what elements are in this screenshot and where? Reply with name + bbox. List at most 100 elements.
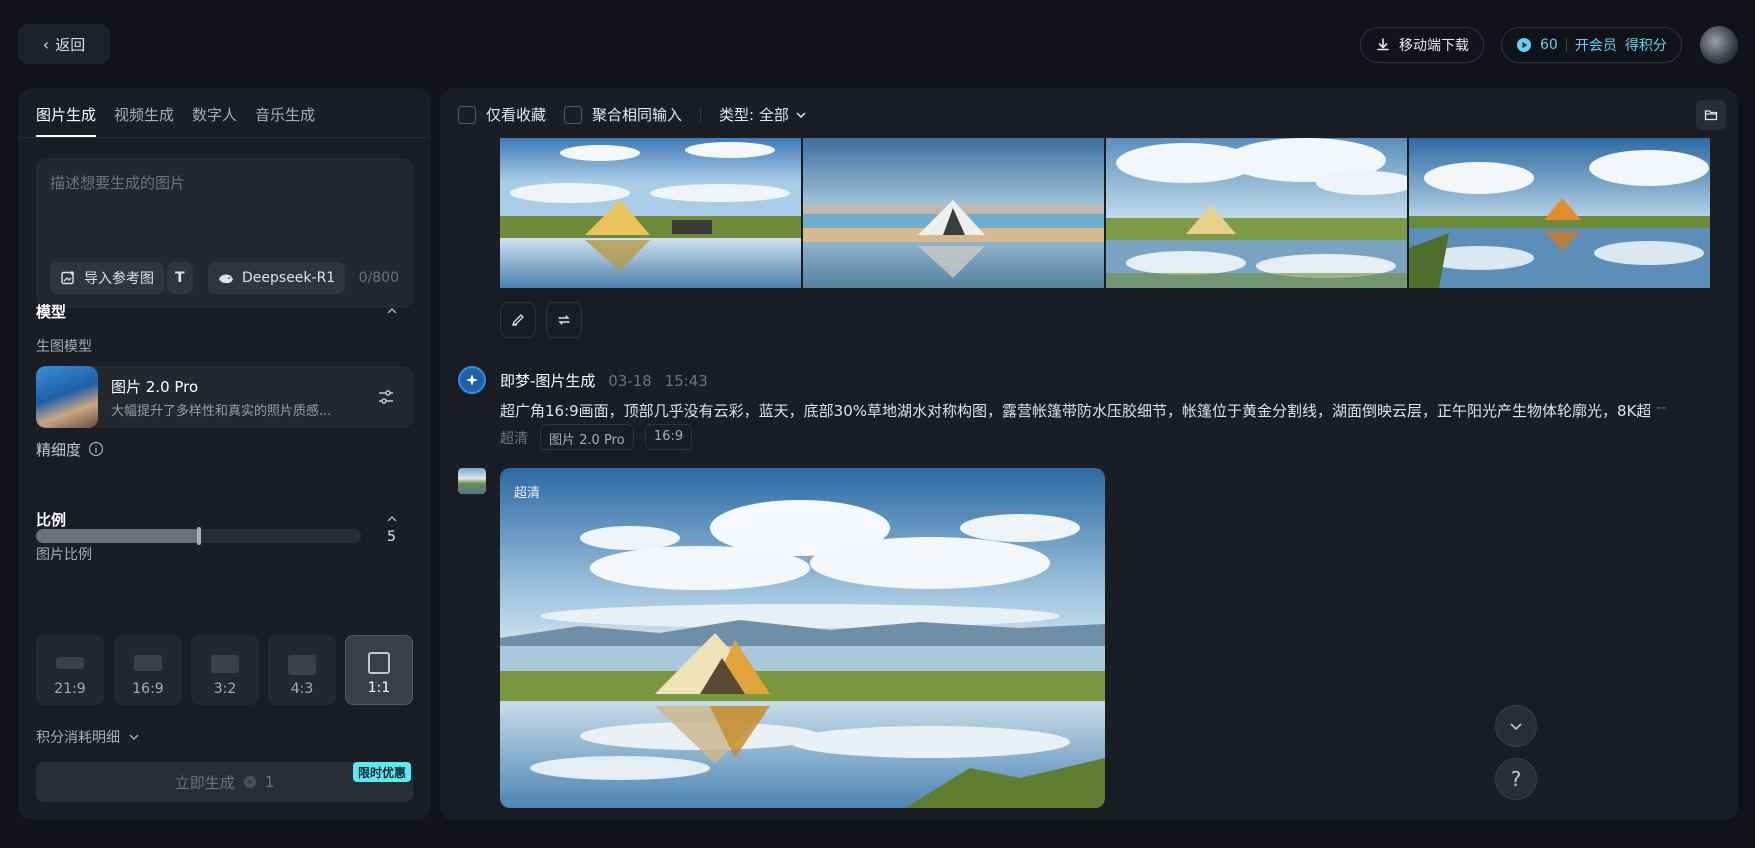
credit-icon [243, 775, 256, 789]
ratio-tag: 16:9 [645, 424, 693, 450]
tab-image-generation[interactable]: 图片生成 [36, 104, 97, 137]
record-title-row: 即梦-图片生成 03-18 15:43 [500, 370, 708, 391]
help-button[interactable]: ? [1495, 758, 1537, 800]
image-quality-label: 超清 [514, 486, 541, 501]
ratio-shape [368, 652, 390, 674]
record-time: 15:43 [664, 372, 708, 390]
type-filter-dropdown[interactable]: 类型: 全部 [719, 104, 807, 125]
ratio-option-16-9[interactable]: 16:9 [114, 635, 182, 705]
mobile-download-button[interactable]: 移动端下载 [1360, 27, 1484, 63]
type-filter-label: 类型: 全部 [719, 106, 789, 124]
avatar[interactable] [1700, 26, 1738, 64]
credits-pill[interactable]: 60 开会员 得积分 [1501, 27, 1682, 63]
precision-slider-fill [36, 529, 199, 543]
regenerate-button[interactable] [546, 302, 582, 338]
model-section-title: 模型 [36, 303, 67, 321]
ratio-shape [56, 657, 84, 669]
settings-sliders-icon[interactable] [377, 388, 395, 406]
ratio-shape [288, 655, 316, 675]
deepseek-label: Deepseek-R1 [242, 270, 336, 286]
vip-link[interactable]: 开会员 [1575, 35, 1617, 55]
tab-music-generation[interactable]: 音乐生成 [255, 104, 315, 137]
ratio-option-4-3[interactable]: 4:3 [268, 635, 336, 705]
result-image-row [500, 138, 1710, 288]
record-title: 即梦-图片生成 [500, 372, 596, 390]
left-panel: 图片生成 视频生成 数字人 音乐生成 导入参考图 T Deepseek-R1 0… [18, 88, 431, 820]
tent-landscape-image [500, 138, 801, 288]
precision-value: 5 [387, 529, 396, 545]
tab-digital-human[interactable]: 数字人 [192, 104, 237, 137]
tent-lake-image [500, 468, 1105, 808]
deepseek-button[interactable]: Deepseek-R1 [208, 262, 346, 294]
ratio-option-1-1[interactable]: 1:1 [345, 635, 413, 705]
model-name: 图片 2.0 Pro [111, 378, 199, 396]
precision-label: 精细度 [36, 441, 82, 459]
filter-row: 仅看收藏 聚合相同输入 类型: 全部 [458, 104, 807, 125]
edit-button[interactable] [500, 302, 536, 338]
divider [1565, 38, 1567, 52]
result-image[interactable] [1106, 138, 1407, 288]
help-icon: ? [1510, 767, 1522, 791]
quality-label: 超清 [500, 431, 528, 447]
ratio-sub-label: 图片比例 [36, 547, 92, 563]
char-count: 0/800 [358, 270, 399, 286]
tent-landscape-image [1106, 138, 1407, 288]
reference-thumbnail[interactable] [458, 468, 486, 494]
chevron-up-icon[interactable] [386, 305, 398, 317]
folder-button[interactable] [1696, 100, 1726, 130]
chevron-left-icon: ‹ [42, 34, 50, 54]
text-tool-button[interactable]: T [167, 262, 193, 294]
prompt-box: 导入参考图 T Deepseek-R1 0/800 [36, 158, 413, 308]
checkbox[interactable] [458, 105, 476, 124]
favorites-filter[interactable]: 仅看收藏 [458, 104, 546, 125]
info-icon[interactable] [88, 441, 104, 457]
ratio-option-21-9[interactable]: 21:9 [36, 635, 104, 705]
record-prompt-text: 超广角16:9画面，顶部几乎没有云彩，蓝天，底部30%草地湖水对称构图，露营帐篷… [500, 402, 1650, 420]
ratio-label: 21:9 [54, 681, 86, 697]
results-panel: 仅看收藏 聚合相同输入 类型: 全部 即梦-图片生成 03-18 15:43 超… [440, 88, 1738, 820]
more-indicator[interactable]: -- [1656, 400, 1666, 416]
earn-credits-link[interactable]: 得积分 [1625, 35, 1667, 55]
chevron-up-icon[interactable] [386, 513, 398, 525]
pencil-icon [511, 314, 524, 327]
chevron-down-icon [129, 734, 139, 741]
import-reference-button[interactable]: 导入参考图 [50, 262, 164, 294]
result-image[interactable] [500, 138, 801, 288]
folder-icon [1704, 110, 1718, 121]
tent-landscape-image [1409, 138, 1710, 288]
ratio-section-title: 比例 [36, 511, 67, 529]
tab-video-generation[interactable]: 视频生成 [114, 104, 174, 137]
back-label: 返回 [55, 35, 86, 54]
credits-count: 60 [1540, 37, 1558, 53]
generated-image[interactable]: 超清 [500, 468, 1105, 808]
record-prompt[interactable]: 超广角16:9画面，顶部几乎没有云彩，蓝天，底部30%草地湖水对称构图，露营帐篷… [500, 400, 1650, 421]
precision-slider-thumb[interactable] [197, 527, 201, 545]
cost-details-label: 积分消耗明细 [36, 730, 120, 746]
scroll-down-button[interactable] [1495, 705, 1537, 747]
model-selector[interactable]: 图片 2.0 Pro 大幅提升了多样性和真实的照片质感... [36, 366, 413, 428]
merge-filter-label: 聚合相同输入 [592, 106, 683, 124]
generate-label: 立即生成 [174, 773, 235, 792]
prompt-input[interactable] [50, 172, 400, 242]
result-image[interactable] [803, 138, 1104, 288]
checkbox[interactable] [564, 105, 583, 124]
image-add-icon [61, 271, 74, 285]
text-format-icon: T [175, 270, 185, 286]
merge-filter[interactable]: 聚合相同输入 [564, 104, 682, 125]
cost-details-toggle[interactable]: 积分消耗明细 [36, 727, 140, 747]
dreamina-logo-icon [458, 366, 486, 394]
ratio-label: 4:3 [290, 681, 314, 697]
whale-icon [219, 274, 233, 284]
model-description: 大幅提升了多样性和真实的照片质感... [111, 404, 332, 419]
refresh-icon [558, 315, 570, 325]
chevron-down-icon [796, 111, 806, 118]
ratio-label: 3:2 [213, 681, 237, 697]
import-reference-label: 导入参考图 [84, 271, 154, 287]
ratio-option-3-2[interactable]: 3:2 [191, 635, 259, 705]
result-image[interactable] [1409, 138, 1710, 288]
ratio-label: 16:9 [132, 681, 164, 697]
back-button[interactable]: ‹ 返回 [18, 24, 110, 64]
record-date: 03-18 [608, 372, 652, 390]
generation-tabs: 图片生成 视频生成 数字人 音乐生成 [18, 88, 431, 138]
download-label: 移动端下载 [1399, 38, 1469, 54]
